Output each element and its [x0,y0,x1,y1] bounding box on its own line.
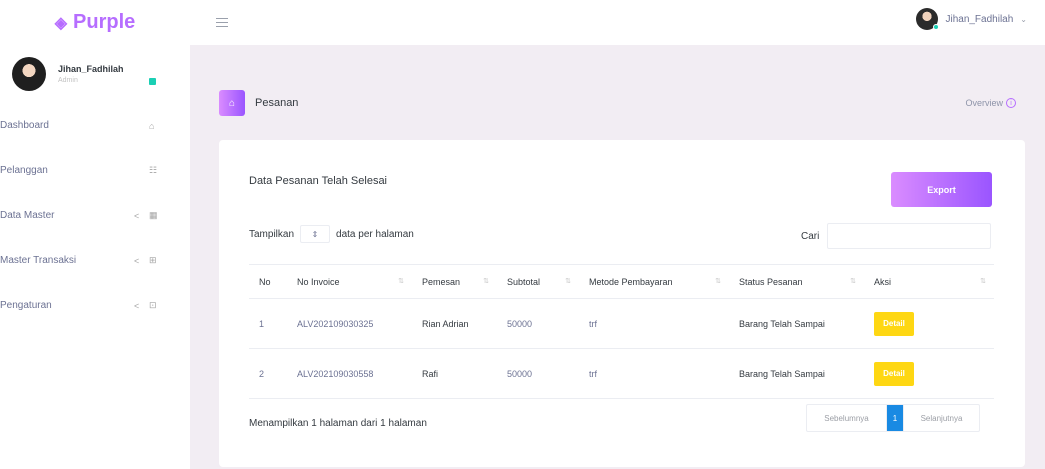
length-suffix: data per halaman [336,228,414,240]
cell-aksi: Detail [864,298,994,349]
brand[interactable]: ◈ Purple [0,11,190,34]
cell-invoice: ALV202109030558 [287,348,412,399]
pagination: Sebelumnya 1 Selanjutnya [806,404,980,432]
cell-status: Barang Telah Sampai [729,348,864,399]
user-dropdown[interactable]: Jihan_Fadhilah ⌄ [916,8,1027,30]
home-icon: ⌂ [149,120,155,131]
sort-icon: ⇅ [980,277,986,285]
column-header-pemesan[interactable]: Pemesan ⇅ [412,264,497,299]
users-icon: ☷ [149,165,158,175]
cell-pemesan: Rian Adrian [412,298,497,349]
top-navbar: ◈ Purple Jihan_Fadhilah ⌄ [0,0,1045,45]
cell-no: 1 [249,298,287,349]
home-icon: ⌂ [219,90,245,116]
sidebar-profile[interactable]: Jihan_Fadhilah Admin [0,45,190,103]
cell-pemesan: Rafi [412,348,497,399]
profile-name: Jihan_Fadhilah [58,64,124,74]
column-header-metode[interactable]: Metode Pembayaran ⇅ [579,264,729,299]
cell-subtotal: 50000 [497,298,579,349]
export-button[interactable]: Export [891,172,992,207]
user-name: Jihan_Fadhilah [945,13,1014,25]
length-prefix: Tampilkan [249,228,295,240]
sidebar-item-data-master[interactable]: Data Master < ▦ [0,193,190,238]
lock-icon: ⊡ [149,300,157,310]
orders-table: No No Invoice ⇅ Pemesan ⇅ Subtotal ⇅ Metode… [249,264,994,399]
sidebar-item-label: Data Master [0,210,55,221]
cell-metode: trf [579,298,729,349]
sidebar-item-master-transaksi[interactable]: Master Transaksi < ⊞ [0,238,190,283]
sidebar-item-label: Master Transaksi [0,255,77,266]
page-length-control: Tampilkan ⇕ data per halaman [249,225,414,243]
chevron-left-icon: < [134,300,140,311]
page-length-select[interactable]: ⇕ [300,225,331,243]
column-header-subtotal[interactable]: Subtotal ⇅ [497,264,579,299]
sidebar-item-label: Dashboard [0,120,49,131]
brand-logo-icon: ◈ [54,14,68,32]
cell-metode: trf [579,348,729,399]
cell-subtotal: 50000 [497,348,579,399]
pagination-next[interactable]: Selanjutnya [903,405,979,431]
sidebar-menu: Dashboard ⌂ Pelanggan ☷ Data Master < ▦ … [0,103,190,328]
table-row: 2 ALV202109030558 Rafi 50000 trf Barang … [249,348,994,399]
bag-icon: ⊞ [149,255,157,265]
orders-card: Data Pesanan Telah Selesai Export Tampil… [219,140,1025,467]
detail-button[interactable]: Detail [874,361,914,386]
sidebar-item-label: Pelanggan [0,165,48,176]
column-header-no[interactable]: No [249,264,287,299]
info-icon: i [1006,98,1016,108]
search-input[interactable] [827,223,992,249]
sort-icon: ⇅ [398,277,404,285]
chevron-down-icon: ⌄ [1020,14,1027,24]
profile-role: Admin [58,77,78,84]
sort-icon: ⇅ [850,277,856,285]
sort-icon: ⇅ [715,277,721,285]
card-title: Data Pesanan Telah Selesai [249,175,388,187]
table-info: Menampilkan 1 halaman dari 1 halaman [249,418,427,429]
chevron-left-icon: < [134,210,140,221]
overview-link[interactable]: Overview i [965,98,1016,108]
table-header-row: No No Invoice ⇅ Pemesan ⇅ Subtotal ⇅ Metode… [249,264,994,299]
sidebar-item-label: Pengaturan [0,300,52,311]
column-header-invoice[interactable]: No Invoice ⇅ [287,264,412,299]
overview-label: Overview [965,98,1003,108]
column-header-status[interactable]: Status Pesanan ⇅ [729,264,864,299]
sidebar: Jihan_Fadhilah Admin Dashboard ⌂ Pelangg… [0,45,190,469]
search-control: Cari [801,223,992,249]
menu-toggle-icon[interactable] [216,18,228,27]
table-icon: ▦ [149,210,158,220]
pagination-prev[interactable]: Sebelumnya [807,405,887,431]
column-header-aksi[interactable]: Aksi ⇅ [864,264,994,299]
cell-aksi: Detail [864,348,994,399]
cell-no: 2 [249,348,287,399]
sort-icon: ⇅ [483,277,489,285]
cell-status: Barang Telah Sampai [729,298,864,349]
sidebar-item-pengaturan[interactable]: Pengaturan < ⊡ [0,283,190,328]
avatar [916,8,940,30]
online-status-dot [933,24,940,30]
profile-avatar [12,57,46,91]
detail-button[interactable]: Detail [874,311,914,336]
chevron-left-icon: < [134,255,140,266]
search-label: Cari [801,230,820,242]
page-title: Pesanan [255,97,299,109]
pagination-page-1[interactable]: 1 [887,405,903,431]
table-row: 1 ALV202109030325 Rian Adrian 50000 trf … [249,298,994,349]
sort-icon: ⇅ [565,277,571,285]
sidebar-item-dashboard[interactable]: Dashboard ⌂ [0,103,190,148]
cell-invoice: ALV202109030325 [287,298,412,349]
brand-name: Purple [73,11,136,33]
page-header: ⌂ Pesanan Overview i [219,88,1024,118]
bookmark-icon [149,78,156,85]
sidebar-item-pelanggan[interactable]: Pelanggan ☷ [0,148,190,193]
